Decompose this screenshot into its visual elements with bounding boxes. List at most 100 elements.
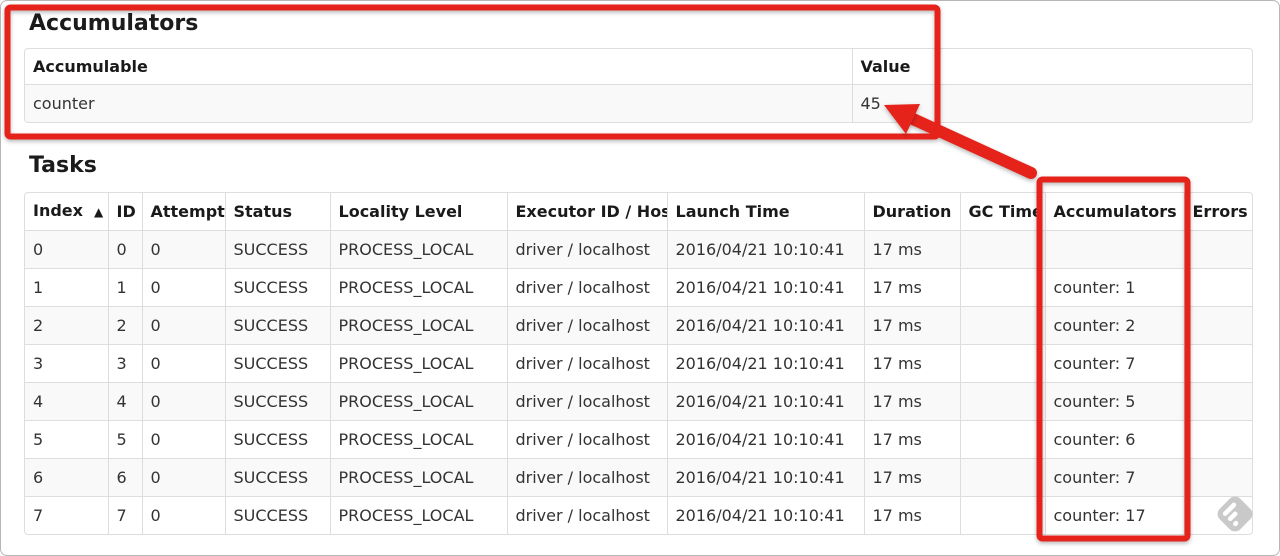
column-header-accumulable: Accumulable	[33, 57, 148, 76]
table-row: counter 45	[25, 84, 1252, 122]
cell-id: 1	[107, 268, 142, 307]
cell-accumulators: counter: 7	[1044, 458, 1184, 497]
cell-gc-time	[959, 230, 1045, 269]
cell-attempt: 0	[141, 268, 225, 307]
cell-locality-level: PROCESS_LOCAL	[329, 268, 507, 307]
cell-errors	[1183, 420, 1252, 459]
cell-index: 4	[25, 382, 108, 421]
cell-launch-time: 2016/04/21 10:10:41	[666, 306, 864, 345]
cell-errors	[1183, 306, 1252, 345]
cell-gc-time	[959, 344, 1045, 383]
cell-gc-time	[959, 382, 1045, 421]
cell-errors	[1183, 230, 1252, 269]
cell-id: 6	[107, 458, 142, 497]
cell-accumulators: counter: 2	[1044, 306, 1184, 345]
cell-attempt: 0	[141, 230, 225, 269]
table-row: 6 6 0 SUCCESS PROCESS_LOCAL driver / loc…	[25, 458, 1252, 497]
cell-gc-time	[959, 420, 1045, 459]
cell-duration: 17 ms	[863, 306, 960, 345]
cell-executor: driver / localhost	[506, 420, 667, 459]
cell-accumulators: counter: 17	[1044, 496, 1184, 534]
cell-status: SUCCESS	[224, 268, 330, 307]
tasks-table: Index ▲ ID Attempt Status Locality Level …	[24, 192, 1253, 535]
cell-status: SUCCESS	[224, 458, 330, 497]
cell-index: 7	[25, 496, 108, 534]
cell-accumulators: counter: 7	[1044, 344, 1184, 383]
cell-accumulators: counter: 1	[1044, 268, 1184, 307]
spark-ui-page: Accumulators Accumulable Value counter 4…	[0, 0, 1280, 556]
cell-executor: driver / localhost	[506, 344, 667, 383]
column-header-attempt[interactable]: Attempt	[141, 193, 225, 231]
tasks-heading: Tasks	[29, 153, 97, 178]
column-header-launch-time[interactable]: Launch Time	[666, 193, 864, 231]
cell-launch-time: 2016/04/21 10:10:41	[666, 420, 864, 459]
column-header-value: Value	[851, 49, 1252, 85]
column-header-locality-level[interactable]: Locality Level	[329, 193, 507, 231]
cell-executor: driver / localhost	[506, 496, 667, 534]
table-row: 0 0 0 SUCCESS PROCESS_LOCAL driver / loc…	[25, 230, 1252, 269]
table-row: 1 1 0 SUCCESS PROCESS_LOCAL driver / loc…	[25, 268, 1252, 307]
cell-gc-time	[959, 458, 1045, 497]
cell-index: 1	[25, 268, 108, 307]
cell-status: SUCCESS	[224, 230, 330, 269]
cell-executor: driver / localhost	[506, 458, 667, 497]
cell-launch-time: 2016/04/21 10:10:41	[666, 230, 864, 269]
column-header-id[interactable]: ID	[107, 193, 142, 231]
accumulators-heading: Accumulators	[29, 11, 199, 36]
cell-errors	[1183, 458, 1252, 497]
cell-locality-level: PROCESS_LOCAL	[329, 496, 507, 534]
table-header-row: Index ▲ ID Attempt Status Locality Level …	[25, 193, 1252, 231]
cell-status: SUCCESS	[224, 496, 330, 534]
cell-errors	[1183, 496, 1252, 534]
cell-launch-time: 2016/04/21 10:10:41	[666, 382, 864, 421]
cell-duration: 17 ms	[863, 344, 960, 383]
cell-launch-time: 2016/04/21 10:10:41	[666, 344, 864, 383]
cell-index: 5	[25, 420, 108, 459]
cell-gc-time	[959, 306, 1045, 345]
cell-id: 0	[107, 230, 142, 269]
table-row: 7 7 0 SUCCESS PROCESS_LOCAL driver / loc…	[25, 496, 1252, 534]
cell-locality-level: PROCESS_LOCAL	[329, 420, 507, 459]
column-header-executor-id-host[interactable]: Executor ID / Host	[506, 193, 667, 231]
cell-id: 3	[107, 344, 142, 383]
cell-attempt: 0	[141, 306, 225, 345]
cell-id: 5	[107, 420, 142, 459]
cell-id: 4	[107, 382, 142, 421]
cell-status: SUCCESS	[224, 382, 330, 421]
cell-id: 7	[107, 496, 142, 534]
cell-status: SUCCESS	[224, 420, 330, 459]
cell-duration: 17 ms	[863, 230, 960, 269]
cell-duration: 17 ms	[863, 420, 960, 459]
cell-errors	[1183, 344, 1252, 383]
column-header-status[interactable]: Status	[224, 193, 330, 231]
table-row: 3 3 0 SUCCESS PROCESS_LOCAL driver / loc…	[25, 344, 1252, 383]
cell-index: 6	[25, 458, 108, 497]
cell-duration: 17 ms	[863, 496, 960, 534]
column-header-accumulators[interactable]: Accumulators	[1044, 193, 1184, 231]
table-row: 2 2 0 SUCCESS PROCESS_LOCAL driver / loc…	[25, 306, 1252, 345]
cell-accumulators	[1044, 230, 1184, 269]
cell-index: 2	[25, 306, 108, 345]
cell-attempt: 0	[141, 382, 225, 421]
cell-duration: 17 ms	[863, 382, 960, 421]
cell-locality-level: PROCESS_LOCAL	[329, 230, 507, 269]
cell-locality-level: PROCESS_LOCAL	[329, 458, 507, 497]
cell-id: 2	[107, 306, 142, 345]
column-header-errors[interactable]: Errors	[1183, 193, 1252, 231]
column-header-gc-time[interactable]: GC Time	[959, 193, 1045, 231]
cell-locality-level: PROCESS_LOCAL	[329, 344, 507, 383]
cell-locality-level: PROCESS_LOCAL	[329, 382, 507, 421]
cell-duration: 17 ms	[863, 458, 960, 497]
cell-gc-time	[959, 268, 1045, 307]
cell-attempt: 0	[141, 458, 225, 497]
sort-ascending-icon: ▲	[93, 205, 104, 219]
cell-errors	[1183, 268, 1252, 307]
cell-attempt: 0	[141, 344, 225, 383]
column-header-index[interactable]: Index ▲	[25, 193, 108, 231]
column-header-duration[interactable]: Duration	[863, 193, 960, 231]
cell-executor: driver / localhost	[506, 268, 667, 307]
cell-accumulable: counter	[25, 84, 852, 122]
cell-attempt: 0	[141, 420, 225, 459]
cell-launch-time: 2016/04/21 10:10:41	[666, 458, 864, 497]
cell-locality-level: PROCESS_LOCAL	[329, 306, 507, 345]
